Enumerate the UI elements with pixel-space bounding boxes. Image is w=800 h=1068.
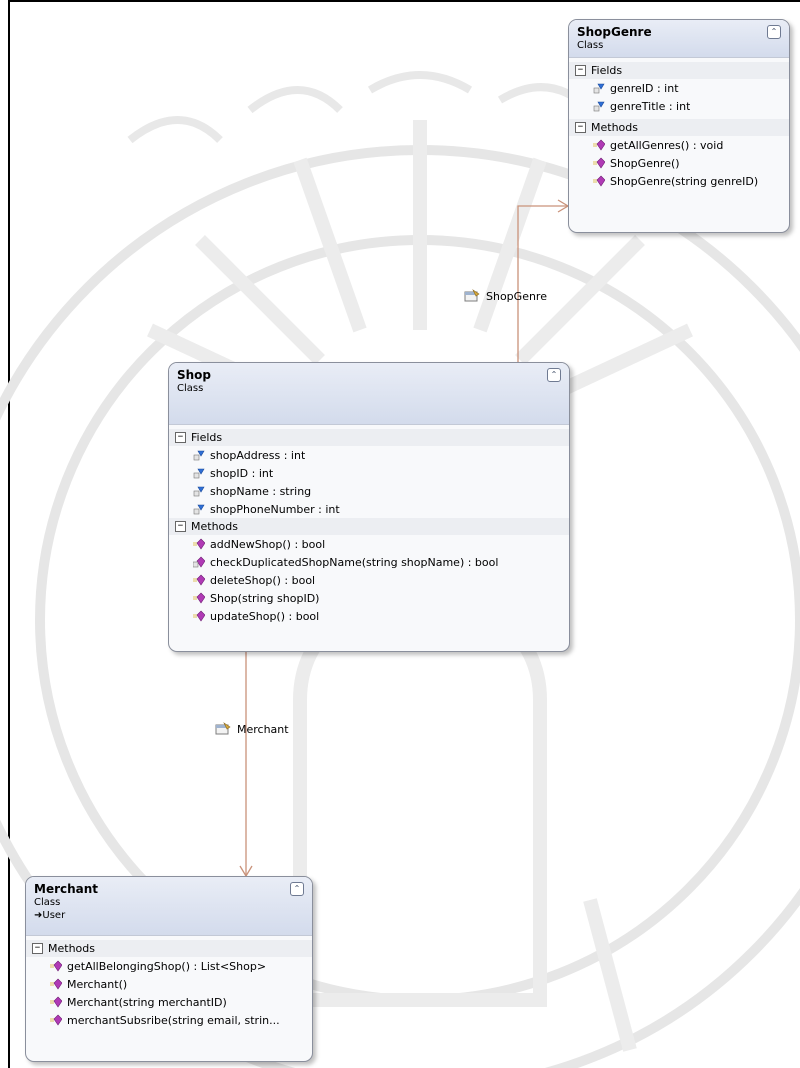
class-shop[interactable]: Shop Class ⌃ − Fields shopAddress : int … bbox=[168, 362, 570, 652]
property-icon bbox=[215, 722, 231, 735]
method-item[interactable]: deleteShop() : bool bbox=[169, 571, 569, 589]
collapse-toggle-icon[interactable]: − bbox=[175, 432, 186, 443]
base-class: ➜User bbox=[34, 910, 304, 921]
class-kind: Class bbox=[34, 897, 61, 908]
connector-shop-to-shopgenre bbox=[517, 205, 568, 362]
method-item[interactable]: merchantSubsribe(string email, strin... bbox=[26, 1011, 312, 1029]
section-title: Fields bbox=[191, 431, 223, 444]
public-method-icon bbox=[193, 538, 205, 550]
collapse-toggle-icon[interactable]: − bbox=[32, 943, 43, 954]
public-method-icon bbox=[193, 592, 205, 604]
method-item[interactable]: ShopGenre(string genreID) bbox=[569, 172, 789, 190]
section-title: Fields bbox=[591, 64, 623, 77]
method-item[interactable]: Merchant(string merchantID) bbox=[26, 993, 312, 1011]
public-method-icon bbox=[50, 960, 62, 972]
collapse-chevron-icon[interactable]: ⌃ bbox=[547, 368, 561, 382]
collapse-toggle-icon[interactable]: − bbox=[575, 65, 586, 76]
method-item[interactable]: Merchant() bbox=[26, 975, 312, 993]
section-fields[interactable]: − Fields bbox=[169, 429, 569, 446]
association-label-merchant[interactable]: Merchant bbox=[215, 722, 289, 736]
private-field-icon bbox=[193, 468, 205, 479]
section-fields[interactable]: − Fields bbox=[569, 62, 789, 79]
class-header[interactable]: Shop Class ⌃ bbox=[169, 363, 569, 425]
collapse-chevron-icon[interactable]: ⌃ bbox=[290, 882, 304, 896]
class-name: Shop bbox=[177, 368, 212, 382]
private-field-icon bbox=[193, 450, 205, 461]
private-field-icon bbox=[193, 504, 205, 515]
field-item[interactable]: shopAddress : int bbox=[169, 446, 569, 464]
class-kind: Class bbox=[177, 383, 204, 394]
public-method-icon bbox=[193, 610, 205, 622]
public-method-icon bbox=[593, 175, 605, 187]
public-method-icon bbox=[50, 1014, 62, 1026]
property-icon bbox=[464, 289, 480, 302]
section-title: Methods bbox=[191, 520, 238, 533]
collapse-toggle-icon[interactable]: − bbox=[175, 521, 186, 532]
collapse-chevron-icon[interactable]: ⌃ bbox=[767, 25, 781, 39]
class-name: Merchant bbox=[34, 882, 99, 896]
class-kind: Class bbox=[577, 40, 604, 51]
private-method-icon bbox=[193, 556, 205, 568]
section-methods[interactable]: − Methods bbox=[169, 518, 569, 535]
association-text: Merchant bbox=[237, 722, 289, 736]
section-methods[interactable]: − Methods bbox=[569, 119, 789, 136]
method-item[interactable]: getAllGenres() : void bbox=[569, 136, 789, 154]
class-shopgenre[interactable]: ShopGenre Class ⌃ − Fields genreID : int… bbox=[568, 19, 790, 233]
method-item[interactable]: ShopGenre() bbox=[569, 154, 789, 172]
public-method-icon bbox=[593, 139, 605, 151]
section-title: Methods bbox=[591, 121, 638, 134]
class-name: ShopGenre bbox=[577, 25, 652, 39]
private-field-icon bbox=[193, 486, 205, 497]
collapse-toggle-icon[interactable]: − bbox=[575, 122, 586, 133]
public-method-icon bbox=[593, 157, 605, 169]
field-item[interactable]: genreID : int bbox=[569, 79, 789, 97]
field-item[interactable]: shopName : string bbox=[169, 482, 569, 500]
base-class-name: User bbox=[42, 910, 66, 921]
public-method-icon bbox=[193, 574, 205, 586]
method-item[interactable]: Shop(string shopID) bbox=[169, 589, 569, 607]
public-method-icon bbox=[50, 978, 62, 990]
class-header[interactable]: ShopGenre Class ⌃ bbox=[569, 20, 789, 58]
private-field-icon bbox=[593, 101, 605, 112]
method-item[interactable]: updateShop() : bool bbox=[169, 607, 569, 625]
section-methods[interactable]: − Methods bbox=[26, 940, 312, 957]
method-item[interactable]: checkDuplicatedShopName(string shopName)… bbox=[169, 553, 569, 571]
public-method-icon bbox=[50, 996, 62, 1008]
class-merchant[interactable]: Merchant Class ➜User ⌃ − Methods getAllB… bbox=[25, 876, 313, 1062]
association-label-shopgenre[interactable]: ShopGenre bbox=[464, 289, 547, 303]
class-header[interactable]: Merchant Class ➜User ⌃ bbox=[26, 877, 312, 936]
section-title: Methods bbox=[48, 942, 95, 955]
association-text: ShopGenre bbox=[486, 289, 547, 303]
field-item[interactable]: genreTitle : int bbox=[569, 97, 789, 115]
field-item[interactable]: shopPhoneNumber : int bbox=[169, 500, 569, 518]
method-item[interactable]: addNewShop() : bool bbox=[169, 535, 569, 553]
field-item[interactable]: shopID : int bbox=[169, 464, 569, 482]
method-item[interactable]: getAllBelongingShop() : List<Shop> bbox=[26, 957, 312, 975]
private-field-icon bbox=[593, 83, 605, 94]
